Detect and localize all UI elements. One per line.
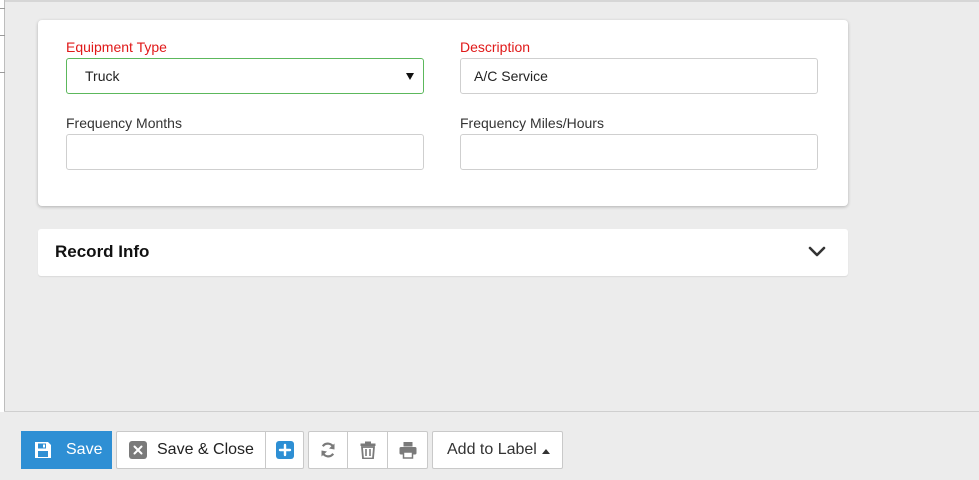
save-close-button-group: Save & Close <box>116 431 304 469</box>
print-button[interactable] <box>388 432 427 468</box>
frequency-miles-hours-label: Frequency Miles/Hours <box>460 115 604 131</box>
record-actions-group <box>308 431 428 469</box>
frequency-miles-hours-input[interactable] <box>460 134 818 170</box>
equipment-type-value: Truck <box>85 68 120 84</box>
description-input[interactable]: A/C Service <box>460 58 818 94</box>
equipment-type-select[interactable]: Truck <box>66 58 424 94</box>
chevron-down-icon[interactable] <box>808 244 826 258</box>
caret-down-icon <box>406 73 414 80</box>
edge-tick <box>0 35 5 36</box>
trash-icon <box>360 441 375 459</box>
record-info-panel[interactable]: Record Info <box>38 229 848 276</box>
save-button-label: Save <box>66 441 103 458</box>
equipment-type-label: Equipment Type <box>66 39 167 55</box>
record-info-title: Record Info <box>55 242 150 261</box>
edge-tick <box>0 8 5 9</box>
description-value: A/C Service <box>474 68 548 84</box>
refresh-icon <box>321 442 335 458</box>
close-x-icon <box>129 441 147 459</box>
add-new-button[interactable] <box>266 432 303 468</box>
description-label: Description <box>460 39 531 55</box>
frequency-months-label: Frequency Months <box>66 115 182 131</box>
save-close-label: Save & Close <box>157 441 254 458</box>
add-to-label-button[interactable]: Add to Label <box>432 431 563 469</box>
print-icon <box>399 442 416 459</box>
add-to-label-text: Add to Label <box>447 441 537 458</box>
edge-tick <box>0 72 5 73</box>
delete-button[interactable] <box>348 432 387 468</box>
action-toolbar: Save Save & Close Add to Label <box>4 411 979 480</box>
left-panel-edge <box>0 0 5 412</box>
maintenance-form-card: Equipment Type Truck Description A/C Ser… <box>38 20 848 206</box>
caret-up-icon <box>541 448 550 454</box>
plus-icon <box>275 441 294 459</box>
save-close-button[interactable]: Save & Close <box>117 432 265 468</box>
frequency-months-input[interactable] <box>66 134 424 170</box>
save-button[interactable]: Save <box>21 431 112 469</box>
refresh-button[interactable] <box>309 432 347 468</box>
save-icon <box>35 442 51 458</box>
top-divider <box>0 0 979 2</box>
